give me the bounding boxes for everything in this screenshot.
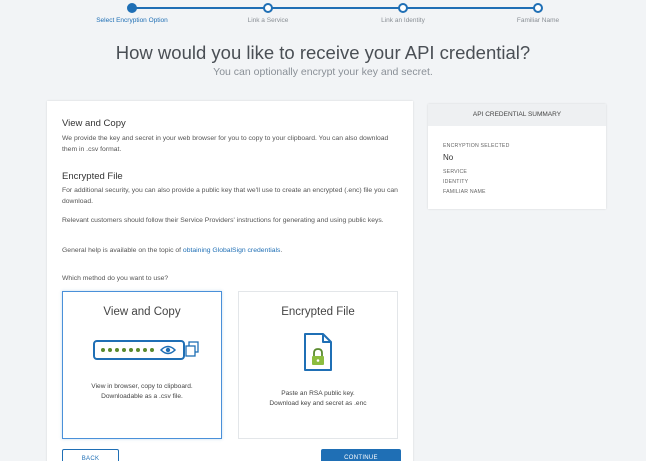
- step-dot-2: [263, 3, 273, 13]
- step-dot-4: [533, 3, 543, 13]
- step-label-service: Link a Service: [247, 17, 289, 24]
- step-dot-1: [127, 3, 137, 13]
- identity-label: IDENTITY: [443, 179, 469, 185]
- general-help-text: General help is available on the topic o…: [62, 246, 402, 257]
- password-field-eye-icon: [63, 338, 221, 371]
- relevant-customers-note: Relevant customers should follow their S…: [62, 217, 384, 224]
- view-copy-heading: View and Copy: [62, 118, 126, 129]
- locked-file-icon: [239, 332, 397, 377]
- option-view-copy-description: View in browser, copy to clipboard. Down…: [63, 382, 221, 402]
- method-question: Which method do you want to use?: [62, 275, 169, 282]
- option-view-copy-title: View and Copy: [103, 306, 181, 318]
- option-encrypted-desc-line2: Download key and secret as .enc: [269, 400, 367, 407]
- page-subtitle: You can optionally encrypt your key and …: [213, 66, 433, 78]
- step-label-familiar-name: Familiar Name: [516, 17, 560, 24]
- encrypted-file-description: For additional security, you can also pr…: [62, 187, 398, 205]
- globalsign-credentials-link[interactable]: obtaining GlobalSign credentials: [183, 247, 281, 254]
- option-view-and-copy[interactable]: View and Copy View in browser, copy to c…: [62, 291, 222, 439]
- option-encrypted-desc-line1: Paste an RSA public key.: [281, 390, 355, 397]
- option-encrypted-file[interactable]: Encrypted File Paste an RSA public key. …: [238, 291, 398, 439]
- api-credential-summary-panel: API CREDENTIAL SUMMARY ENCRYPTION SELECT…: [428, 104, 606, 209]
- option-view-copy-desc-line1: View in browser, copy to clipboard.: [91, 383, 193, 390]
- service-label: SERVICE: [443, 169, 468, 175]
- stepper-line: [132, 7, 540, 9]
- back-button[interactable]: BACK: [62, 449, 119, 461]
- continue-button[interactable]: CONTINUE: [321, 449, 401, 461]
- encryption-selected-label: ENCRYPTION SELECTED: [443, 143, 510, 149]
- view-copy-description: We provide the key and secret in your we…: [62, 135, 389, 153]
- familiar-name-label: FAMILIAR NAME: [443, 189, 486, 195]
- step-dot-3: [398, 3, 408, 13]
- page-title: How would you like to receive your API c…: [115, 42, 531, 63]
- encryption-selected-value: No: [443, 153, 454, 162]
- help-prefix: General help is available on the topic o…: [62, 247, 183, 254]
- help-suffix: .: [280, 247, 283, 254]
- option-encrypted-description: Paste an RSA public key. Download key an…: [239, 389, 397, 409]
- encryption-options-card: View and Copy We provide the key and sec…: [47, 101, 413, 461]
- progress-stepper: Select Encryption Option Link a Service …: [0, 0, 646, 30]
- encrypted-file-heading: Encrypted File: [62, 171, 123, 182]
- option-view-copy-desc-line2: Downloadable as a .csv file.: [101, 393, 183, 400]
- step-label-identity: Link an Identity: [381, 17, 425, 24]
- summary-title: API CREDENTIAL SUMMARY: [428, 104, 606, 126]
- step-label-encryption: Select Encryption Option: [96, 17, 168, 24]
- option-encrypted-title: Encrypted File: [281, 306, 355, 318]
